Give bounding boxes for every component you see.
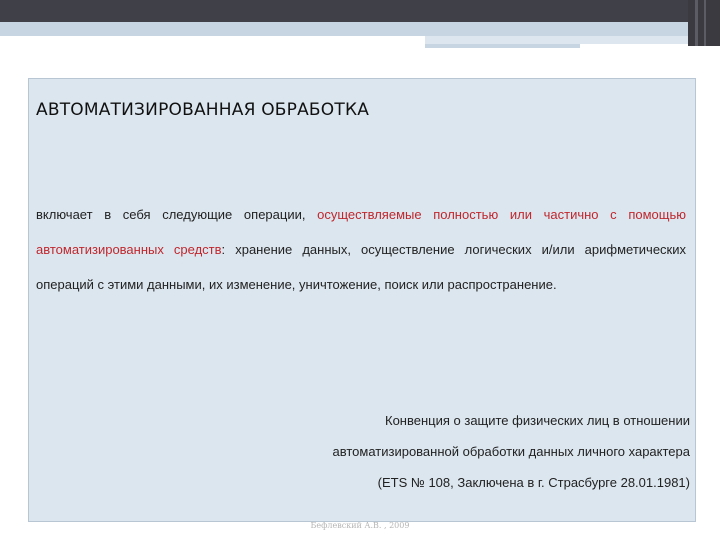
slide-title: АВТОМАТИЗИРОВАННАЯ ОБРАБОТКА [36,100,370,120]
header-stripe-accent [425,44,580,48]
header-stripe [0,22,688,36]
top-corner-line [695,0,698,46]
header-stripe-accent [425,36,688,44]
top-corner-line [704,0,706,46]
source-citation: Конвенция о защите физических лиц в отно… [270,405,691,498]
citation-line: автоматизированной обработки данных личн… [332,444,691,459]
top-bar [0,0,720,22]
definition-paragraph: включает в себя следующие операции, осущ… [36,197,686,302]
citation-line: (ETS № 108, Заключена в г. Страсбурге 28… [377,475,690,490]
definition-lead: включает в себя следующие операции, [36,207,318,222]
citation-line: Конвенция о защите физических лиц в отно… [385,413,690,428]
footer-author: Бефлевский А.В. , 2009 [310,521,410,530]
